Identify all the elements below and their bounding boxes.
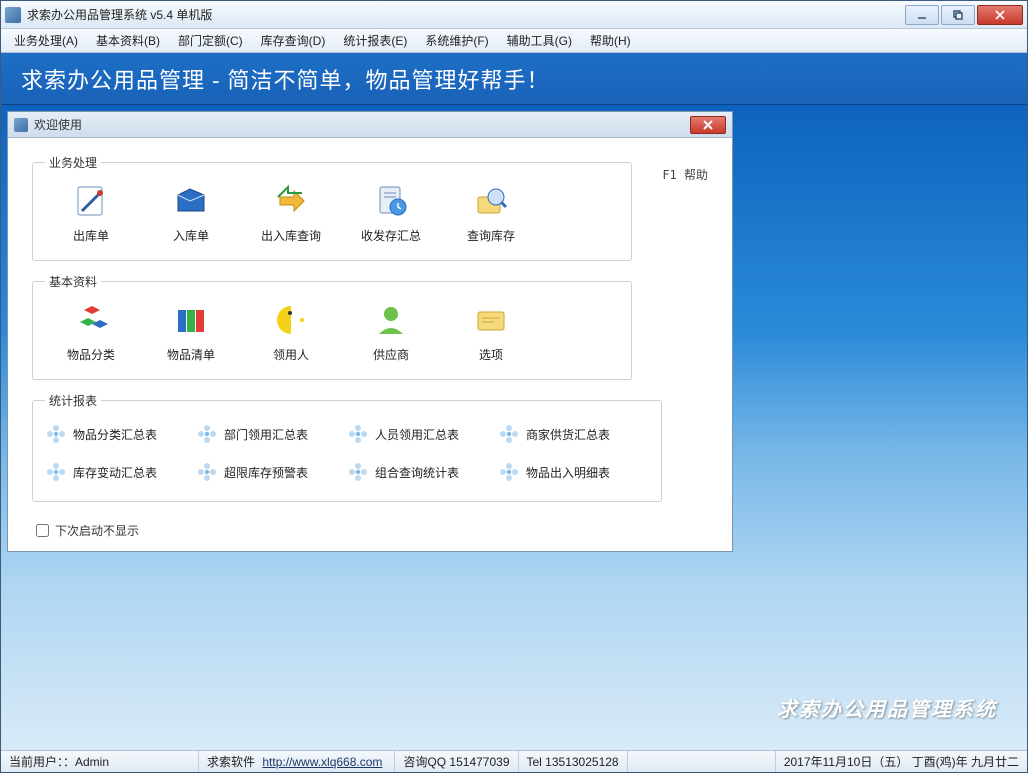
- report-inout-detail[interactable]: 物品出入明细表: [498, 461, 649, 483]
- flower-icon: [498, 423, 520, 445]
- flower-icon: [196, 461, 218, 483]
- report-overlimit-warning[interactable]: 超限库存预警表: [196, 461, 347, 483]
- menu-maintain[interactable]: 系统维护(F): [416, 29, 497, 52]
- window-title: 求索办公用品管理系统 v5.4 单机版: [27, 6, 212, 23]
- flower-icon: [45, 461, 67, 483]
- report-person-summary[interactable]: 人员领用汇总表: [347, 423, 498, 445]
- title-bar: 求索办公用品管理系统 v5.4 单机版: [1, 1, 1027, 29]
- notepad-icon: [72, 183, 110, 219]
- dialog-close-button[interactable]: [690, 116, 726, 134]
- swap-arrows-icon: [272, 183, 310, 219]
- report-label: 库存变动汇总表: [73, 464, 157, 481]
- status-bar: 当前用户：：Admin 求索软件 http://www.xlq668.com 咨…: [1, 750, 1027, 772]
- btn-summary[interactable]: 收发存汇总: [341, 177, 441, 250]
- btn-category-label: 物品分类: [67, 346, 115, 363]
- group-business: 业务处理 出库单 入库单: [32, 162, 632, 261]
- cubes-icon: [72, 302, 110, 338]
- report-category-summary[interactable]: 物品分类汇总表: [45, 423, 196, 445]
- menu-business[interactable]: 业务处理(A): [5, 29, 87, 52]
- btn-item-list-label: 物品清单: [167, 346, 215, 363]
- btn-category[interactable]: 物品分类: [41, 296, 141, 369]
- menu-help[interactable]: 帮助(H): [581, 29, 640, 52]
- btn-recipient[interactable]: 领用人: [241, 296, 341, 369]
- btn-outbound[interactable]: 出库单: [41, 177, 141, 250]
- maximize-button[interactable]: [941, 5, 975, 25]
- main-area: 欢迎使用 F1 帮助 业务处理 出库单: [1, 105, 1027, 750]
- dont-show-label: 下次启动不显示: [55, 522, 139, 539]
- dont-show-input[interactable]: [36, 524, 49, 537]
- dialog-icon: [14, 118, 28, 132]
- status-tel: Tel 13513025128: [519, 751, 628, 772]
- menu-bar: 业务处理(A) 基本资料(B) 部门定额(C) 库存查询(D) 统计报表(E) …: [1, 29, 1027, 53]
- btn-inbound[interactable]: 入库单: [141, 177, 241, 250]
- btn-supplier[interactable]: 供应商: [341, 296, 441, 369]
- report-dept-summary[interactable]: 部门领用汇总表: [196, 423, 347, 445]
- group-business-label: 业务处理: [45, 154, 101, 171]
- clipboard-clock-icon: [372, 183, 410, 219]
- status-company-text: 求索软件: [207, 753, 255, 770]
- brand-watermark: 求索办公用品管理系统: [777, 693, 997, 722]
- menu-reports[interactable]: 统计报表(E): [334, 29, 416, 52]
- close-button[interactable]: [977, 5, 1023, 25]
- report-stock-change[interactable]: 库存变动汇总表: [45, 461, 196, 483]
- group-basic-label: 基本资料: [45, 273, 101, 290]
- menu-basic[interactable]: 基本资料(B): [87, 29, 169, 52]
- card-icon: [472, 302, 510, 338]
- magnifier-folder-icon: [472, 183, 510, 219]
- status-date: 2017年11月10日（五） 丁酉(鸡)年 九月廿二: [776, 751, 1027, 772]
- pacman-icon: [272, 302, 310, 338]
- status-company-link[interactable]: 求索软件 http://www.xlq668.com: [199, 751, 395, 772]
- btn-options-label: 选项: [479, 346, 503, 363]
- folder-blue-icon: [172, 183, 210, 219]
- status-url[interactable]: http://www.xlq668.com: [262, 755, 382, 769]
- btn-inout-query[interactable]: 出入库查询: [241, 177, 341, 250]
- report-label: 超限库存预警表: [224, 464, 308, 481]
- help-link[interactable]: F1 帮助: [662, 166, 708, 183]
- report-label: 物品分类汇总表: [73, 426, 157, 443]
- minimize-button[interactable]: [905, 5, 939, 25]
- btn-summary-label: 收发存汇总: [361, 227, 421, 244]
- menu-dept-quota[interactable]: 部门定额(C): [169, 29, 252, 52]
- flower-icon: [347, 461, 369, 483]
- flower-icon: [45, 423, 67, 445]
- user-green-icon: [372, 302, 410, 338]
- report-combined-query[interactable]: 组合查询统计表: [347, 461, 498, 483]
- status-user: 当前用户：：Admin: [1, 751, 199, 772]
- report-label: 部门领用汇总表: [224, 426, 308, 443]
- flower-icon: [347, 423, 369, 445]
- dialog-title-text: 欢迎使用: [34, 116, 82, 133]
- dont-show-checkbox[interactable]: 下次启动不显示: [36, 522, 716, 539]
- report-label: 物品出入明细表: [526, 464, 610, 481]
- group-reports: 统计报表 物品分类汇总表 部门领用汇总表 人员领用汇总表: [32, 400, 662, 502]
- folders-color-icon: [172, 302, 210, 338]
- dialog-title-bar: 欢迎使用: [8, 112, 732, 138]
- flower-icon: [196, 423, 218, 445]
- btn-stock-query-label: 查询库存: [467, 227, 515, 244]
- btn-stock-query[interactable]: 查询库存: [441, 177, 541, 250]
- report-label: 商家供货汇总表: [526, 426, 610, 443]
- btn-recipient-label: 领用人: [273, 346, 309, 363]
- welcome-dialog: 欢迎使用 F1 帮助 业务处理 出库单: [7, 111, 733, 552]
- btn-outbound-label: 出库单: [73, 227, 109, 244]
- btn-options[interactable]: 选项: [441, 296, 541, 369]
- group-basic: 基本资料 物品分类 物品清单: [32, 281, 632, 380]
- btn-item-list[interactable]: 物品清单: [141, 296, 241, 369]
- flower-icon: [498, 461, 520, 483]
- app-window: 求索办公用品管理系统 v5.4 单机版 业务处理(A) 基本资料(B) 部门定额…: [0, 0, 1028, 773]
- btn-supplier-label: 供应商: [373, 346, 409, 363]
- report-label: 人员领用汇总表: [375, 426, 459, 443]
- report-supplier-summary[interactable]: 商家供货汇总表: [498, 423, 649, 445]
- btn-inout-query-label: 出入库查询: [261, 227, 321, 244]
- menu-tools[interactable]: 辅助工具(G): [498, 29, 581, 52]
- banner: 求索办公用品管理 - 简洁不简单，物品管理好帮手！: [1, 53, 1027, 105]
- btn-inbound-label: 入库单: [173, 227, 209, 244]
- app-icon: [5, 7, 21, 23]
- group-reports-label: 统计报表: [45, 392, 101, 409]
- report-label: 组合查询统计表: [375, 464, 459, 481]
- status-qq: 咨询QQ 151477039: [395, 751, 518, 772]
- menu-stock-query[interactable]: 库存查询(D): [252, 29, 335, 52]
